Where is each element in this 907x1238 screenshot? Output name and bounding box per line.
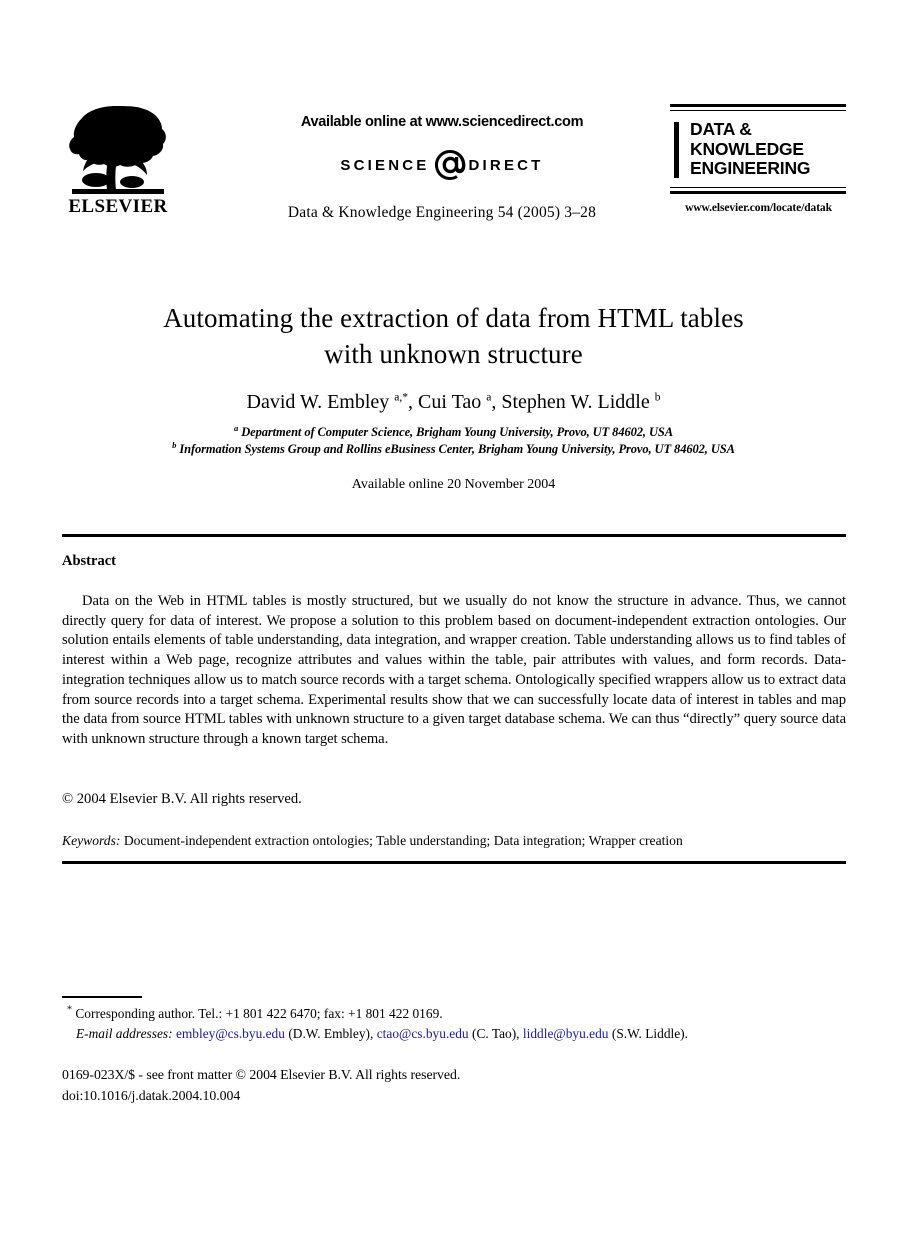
masthead-line-2: KNOWLEDGE bbox=[690, 138, 804, 159]
corresponding-author-text: Corresponding author. Tel.: +1 801 422 6… bbox=[75, 1006, 443, 1021]
imprint-doi: doi:10.1016/j.datak.2004.10.004 bbox=[62, 1087, 241, 1103]
available-online-date: Available online 20 November 2004 bbox=[351, 477, 556, 492]
paper-page: ELSEVIER Available online at www.science… bbox=[0, 0, 907, 1238]
abstract-rule-bottom bbox=[62, 861, 846, 864]
sciencedirect-direct-word: DIRECT bbox=[468, 156, 544, 174]
email-addresses-label: E-mail addresses: bbox=[76, 1026, 173, 1041]
email-entry-0: embley@cs.byu.edu (D.W. Embley), bbox=[176, 1026, 373, 1041]
elsevier-tree-icon bbox=[69, 106, 166, 194]
footnote-block: * Corresponding author. Tel.: +1 801 422… bbox=[62, 1004, 846, 1044]
sciencedirect-science-word: SCIENCE bbox=[340, 156, 430, 174]
affiliation-a: a Department of Computer Science, Brigha… bbox=[234, 422, 673, 439]
email-owner-1: (C. Tao), bbox=[471, 1026, 520, 1041]
email-owner-0: (D.W. Embley), bbox=[288, 1026, 374, 1041]
masthead-rule-top bbox=[670, 104, 846, 111]
at-sign-icon bbox=[432, 147, 468, 183]
sciencedirect-logo: SCIENCE DIRECT bbox=[222, 148, 662, 182]
keywords-text: Document-independent extraction ontologi… bbox=[123, 833, 683, 848]
abstract-text: Data on the Web in HTML tables is mostly… bbox=[62, 593, 846, 747]
journal-citation-line: Data & Knowledge Engineering 54 (2005) 3… bbox=[287, 204, 597, 221]
masthead-line-1: DATA & bbox=[690, 119, 752, 139]
email-entry-2: liddle@byu.edu (S.W. Liddle). bbox=[523, 1026, 688, 1041]
email-link-tao[interactable]: ctao@cs.byu.edu bbox=[377, 1026, 469, 1041]
masthead-line-3: ENGINEERING bbox=[690, 158, 811, 178]
masthead-rule-bottom bbox=[670, 186, 846, 194]
available-online-text: Available online at www.sciencedirect.co… bbox=[300, 114, 584, 130]
imprint-frontmatter: 0169-023X/$ - see front matter © 2004 El… bbox=[62, 1067, 461, 1082]
abstract-heading: Abstract bbox=[62, 553, 116, 569]
page-title: Automating the extraction of data from H… bbox=[62, 300, 845, 372]
elsevier-wordmark: ELSEVIER bbox=[68, 196, 168, 217]
affiliation-list: a Department of Computer Science, Brigha… bbox=[62, 424, 845, 458]
email-owner-2: (S.W. Liddle). bbox=[611, 1026, 688, 1041]
affiliation-b: b Information Systems Group and Rollins … bbox=[172, 439, 735, 456]
sciencedirect-block: Available online at www.sciencedirect.co… bbox=[222, 114, 662, 222]
corresponding-marker: * bbox=[67, 1004, 72, 1016]
imprint-block: 0169-023X/$ - see front matter © 2004 El… bbox=[62, 1065, 846, 1106]
journal-masthead: DATA & KNOWLEDGE ENGINEERING www.elsevie… bbox=[670, 104, 846, 214]
corresponding-author-note: * Corresponding author. Tel.: +1 801 422… bbox=[62, 1004, 846, 1024]
journal-url[interactable]: www.elsevier.com/locate/datak bbox=[660, 202, 857, 214]
keywords-label: Keywords: bbox=[62, 833, 121, 848]
elsevier-logo: ELSEVIER bbox=[62, 104, 174, 220]
keywords: Keywords: Document-independent extractio… bbox=[62, 832, 846, 850]
masthead-accent-bar bbox=[674, 122, 679, 178]
abstract-rule-top bbox=[62, 534, 846, 537]
author-list: David W. Embley a,*, Cui Tao a, Stephen … bbox=[246, 391, 661, 413]
email-addresses-note: E-mail addresses: embley@cs.byu.edu (D.W… bbox=[62, 1024, 846, 1044]
title-line-1: Automating the extraction of data from H… bbox=[163, 303, 744, 333]
abstract-copyright: © 2004 Elsevier B.V. All rights reserved… bbox=[62, 791, 302, 807]
email-link-embley[interactable]: embley@cs.byu.edu bbox=[176, 1026, 285, 1041]
title-line-2: with unknown structure bbox=[324, 339, 583, 369]
journal-header: ELSEVIER Available online at www.science… bbox=[62, 104, 846, 244]
email-link-liddle[interactable]: liddle@byu.edu bbox=[523, 1026, 609, 1041]
footnote-rule bbox=[62, 996, 142, 998]
email-entry-1: ctao@cs.byu.edu (C. Tao), bbox=[377, 1026, 520, 1041]
